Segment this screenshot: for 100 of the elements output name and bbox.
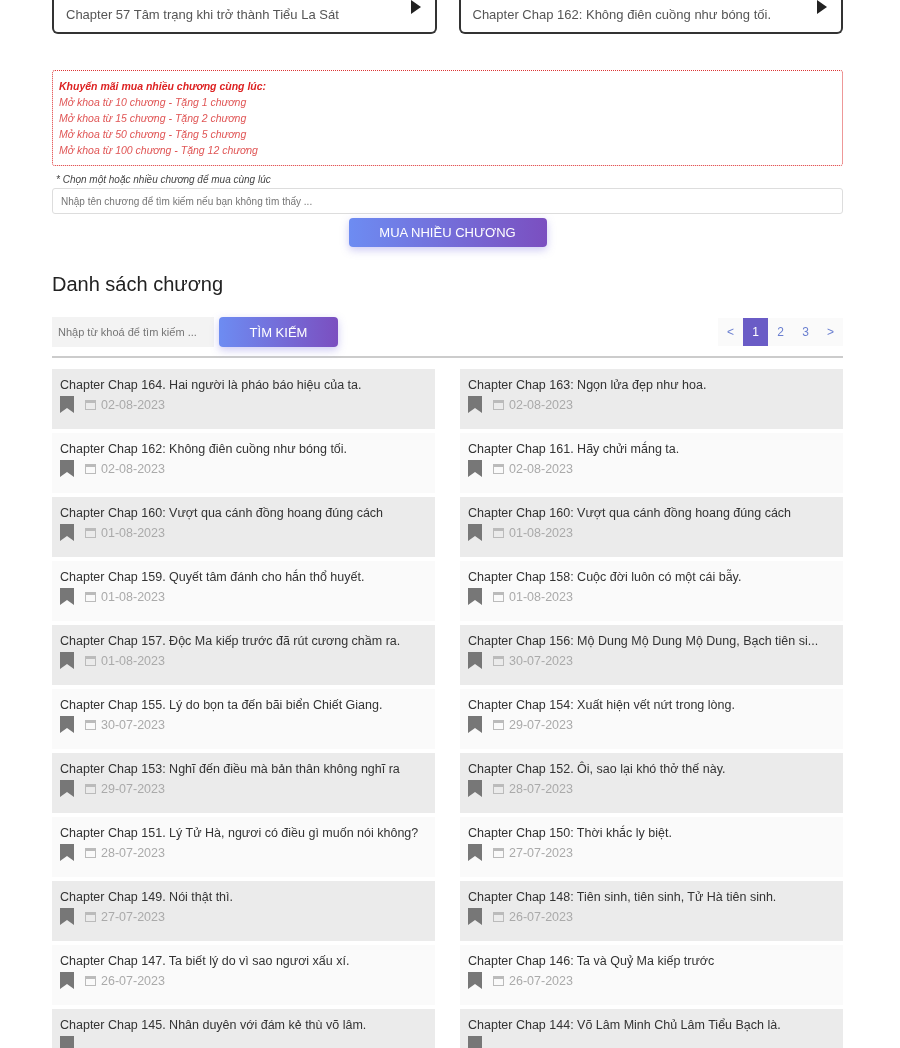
chapter-row[interactable]: Chapter Chap 162: Không điên cuồng như bóng tối. 02-08-2023: [52, 433, 435, 493]
chapter-row[interactable]: Chapter Chap 160: Vượt qua cánh đồng hoang đúng cách 01-08-2023: [460, 497, 843, 557]
bookmark-icon[interactable]: [60, 908, 74, 925]
chapter-date: 30-07-2023: [101, 717, 165, 732]
chapter-row[interactable]: Chapter Chap 146: Ta và Quỷ Ma kiếp trước 26-07-2023: [460, 945, 843, 1005]
chapter-date: 27-07-2023: [509, 845, 573, 860]
calendar-icon: [493, 655, 504, 666]
chapter-row[interactable]: Chapter Chap 163: Ngọn lửa đẹp như hoa. 02-08-2023: [460, 369, 843, 429]
calendar-icon: [493, 399, 504, 410]
chapter-row[interactable]: Chapter Chap 147. Ta biết lý do vì sao ngươi xấu xí. 26-07-2023: [52, 945, 435, 1005]
page-link[interactable]: 2: [768, 318, 793, 346]
page-link[interactable]: <: [718, 318, 743, 346]
search-button[interactable]: TÌM KIẾM: [219, 317, 338, 347]
calendar-icon: [85, 655, 96, 666]
section-title: Danh sách chương: [52, 273, 225, 296]
calendar-icon: [85, 783, 96, 794]
chapter-date: 01-08-2023: [101, 525, 165, 540]
bookmark-icon[interactable]: [468, 908, 482, 925]
chapter-row[interactable]: Chapter Chap 152. Ôi, sao lại khó thở thế này. 28-07-2023: [460, 753, 843, 813]
chapter-date: 01-08-2023: [509, 525, 573, 540]
keyword-field[interactable]: Nhập từ khoá để tìm kiếm ...: [52, 317, 214, 347]
chapter-nav-card[interactable]: Chapter Chap 162: Không điên cuồng như bóng tối.: [458, 0, 843, 34]
chapter-title: Chapter Chap 160: Vượt qua cánh đồng hoang đúng cách: [468, 506, 793, 520]
bookmark-icon[interactable]: [60, 524, 74, 541]
bookmark-icon[interactable]: [468, 588, 482, 605]
chapter-row[interactable]: Chapter Chap 154: Xuất hiện vết nứt trong lòng. 29-07-2023: [460, 689, 843, 749]
chapter-title: Chapter Chap 149. Nói thật thì.: [60, 890, 235, 904]
chapter-row[interactable]: Chapter Chap 158: Cuộc đời luôn có một cái bẫy. 01-08-2023: [460, 561, 843, 621]
bookmark-icon[interactable]: [468, 716, 482, 733]
page-link[interactable]: 1: [743, 318, 768, 346]
play-icon: [410, 0, 421, 14]
chapter-title: Chapter Chap 151. Lý Tử Hà, ngươi có điều gì muốn nói không?: [60, 826, 420, 840]
chapter-date: 28-07-2023: [101, 845, 165, 860]
chapter-title: Chapter Chap 162: Không điên cuồng như bóng tối.: [60, 442, 349, 456]
chapter-row[interactable]: Chapter Chap 145. Nhân duyên với đám kẻ thù võ lâm.: [52, 1009, 435, 1048]
calendar-icon: [85, 847, 96, 858]
chapter-row[interactable]: Chapter Chap 159. Quyết tâm đánh cho hắn thổ huyết. 01-08-2023: [52, 561, 435, 621]
chapter-row[interactable]: Chapter Chap 156: Mộ Dung Mộ Dung Mộ Dung, Bạch tiên si... 30-07-2023: [460, 625, 843, 685]
bookmark-icon[interactable]: [468, 844, 482, 861]
chapter-title: Chapter Chap 152. Ôi, sao lại khó thở thế này.: [468, 762, 727, 776]
page-link[interactable]: >: [818, 318, 843, 346]
chapter-date: 26-07-2023: [509, 973, 573, 988]
chapter-row[interactable]: Chapter Chap 153: Nghĩ đến điều mà bản thân không nghĩ ra 29-07-2023: [52, 753, 435, 813]
bookmark-icon[interactable]: [468, 396, 482, 413]
calendar-icon: [493, 527, 504, 538]
calendar-icon: [85, 975, 96, 986]
bookmark-icon[interactable]: [60, 780, 74, 797]
calendar-icon: [85, 719, 96, 730]
chapter-date: 02-08-2023: [509, 397, 573, 412]
chapter-row[interactable]: Chapter Chap 161. Hãy chửi mắng ta. 02-08-2023: [460, 433, 843, 493]
calendar-icon: [493, 975, 504, 986]
calendar-icon: [493, 463, 504, 474]
calendar-icon: [493, 783, 504, 794]
chapter-row[interactable]: Chapter Chap 148: Tiên sinh, tiên sinh, Tử Hà tiên sinh. 26-07-2023: [460, 881, 843, 941]
calendar-icon: [493, 719, 504, 730]
chapter-date: 30-07-2023: [509, 653, 573, 668]
chapter-title: Chapter Chap 155. Lý do bọn ta đến bãi biển Chiết Giang.: [60, 698, 384, 712]
bookmark-icon[interactable]: [60, 716, 74, 733]
page-link[interactable]: 3: [793, 318, 818, 346]
chapter-title: Chapter Chap 159. Quyết tâm đánh cho hắn thổ huyết.: [60, 570, 366, 584]
chapter-row[interactable]: Chapter Chap 160: Vượt qua cánh đồng hoang đúng cách 01-08-2023: [52, 497, 435, 557]
bookmark-icon[interactable]: [468, 460, 482, 477]
chapter-row[interactable]: Chapter Chap 150: Thời khắc ly biệt. 27-07-2023: [460, 817, 843, 877]
bookmark-icon[interactable]: [468, 972, 482, 989]
calendar-icon: [493, 911, 504, 922]
calendar-icon: [85, 399, 96, 410]
bookmark-icon[interactable]: [60, 460, 74, 477]
promo-line: Mở khoa từ 100 chương - Tặng 12 chương: [59, 143, 259, 158]
chapter-date: 01-08-2023: [509, 589, 573, 604]
chapter-row[interactable]: Chapter Chap 157. Độc Ma kiếp trước đã rút cương chầm ra. 01-08-2023: [52, 625, 435, 685]
bookmark-icon[interactable]: [60, 588, 74, 605]
calendar-icon: [493, 847, 504, 858]
chapter-row[interactable]: Chapter Chap 151. Lý Tử Hà, ngươi có điều gì muốn nói không? 28-07-2023: [52, 817, 435, 877]
chapter-date: 26-07-2023: [101, 973, 165, 988]
chapter-date: 02-08-2023: [101, 461, 165, 476]
chapter-title: Chapter Chap 144: Võ Lâm Minh Chủ Lâm Tiểu Bạch là.: [468, 1018, 782, 1032]
bookmark-icon[interactable]: [60, 972, 74, 989]
chapter-row[interactable]: Chapter Chap 155. Lý do bọn ta đến bãi biển Chiết Giang. 30-07-2023: [52, 689, 435, 749]
chapter-row[interactable]: Chapter Chap 149. Nói thật thì. 27-07-2023: [52, 881, 435, 941]
bookmark-icon[interactable]: [60, 652, 74, 669]
bookmark-icon[interactable]: [60, 396, 74, 413]
chapter-date: 29-07-2023: [101, 781, 165, 796]
chapter-date: 01-08-2023: [101, 653, 165, 668]
chapter-title: Chapter Chap 146: Ta và Quỷ Ma kiếp trước: [468, 954, 716, 968]
bookmark-icon[interactable]: [468, 524, 482, 541]
buy-chapters-button[interactable]: MUA NHIỀU CHƯƠNG: [348, 218, 547, 247]
chapter-date: 02-08-2023: [509, 461, 573, 476]
bookmark-icon[interactable]: [468, 780, 482, 797]
chapter-row[interactable]: Chapter Chap 144: Võ Lâm Minh Chủ Lâm Tiểu Bạch là.: [460, 1009, 843, 1048]
chapter-row[interactable]: Chapter Chap 164. Hai người là pháo báo hiệu của ta. 02-08-2023: [52, 369, 435, 429]
chapter-date: 27-07-2023: [101, 909, 165, 924]
chapter-title: Chapter Chap 160: Vượt qua cánh đồng hoang đúng cách: [60, 506, 385, 520]
chapter-nav-card[interactable]: Chapter 57 Tâm trạng khi trở thành Tiểu La Sát: [52, 0, 437, 34]
bookmark-icon[interactable]: [60, 844, 74, 861]
chapter-title: Chapter Chap 148: Tiên sinh, tiên sinh, Tử Hà tiên sinh.: [468, 890, 778, 904]
chapter-title: Chapter Chap 145. Nhân duyên với đám kẻ thù võ lâm.: [60, 1018, 368, 1032]
chapter-title: Chapter Chap 154: Xuất hiện vết nứt trong lòng.: [468, 698, 736, 712]
bookmark-icon[interactable]: [468, 652, 482, 669]
chapter-search-field[interactable]: Nhập tên chương để tìm kiếm nếu bạn không tìm thấy ...: [52, 188, 843, 214]
promo-line: Mở khoa từ 15 chương - Tặng 2 chương: [59, 111, 248, 126]
